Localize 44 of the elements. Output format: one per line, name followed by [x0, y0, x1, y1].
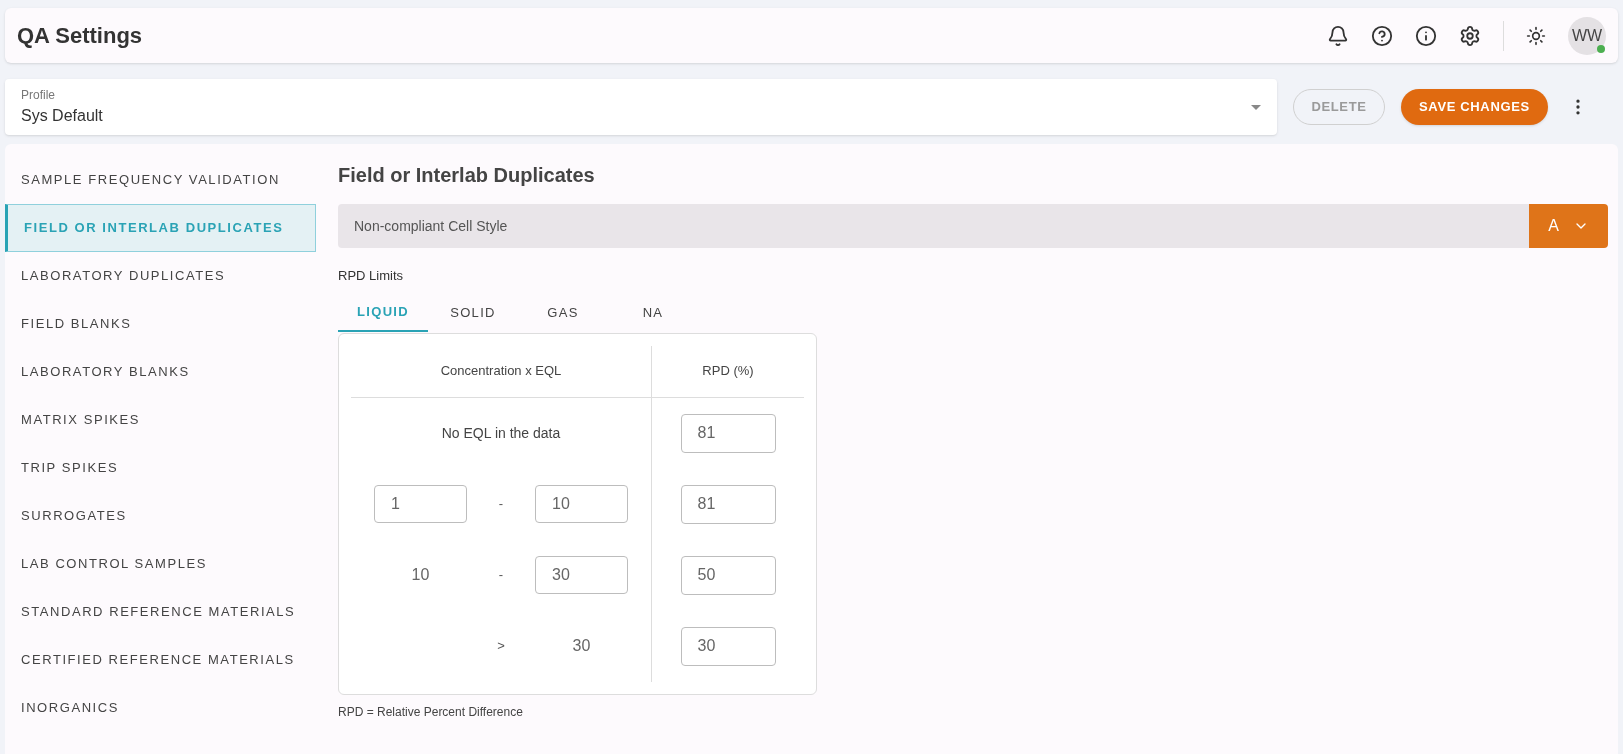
field-label: Profile	[21, 87, 56, 104]
note-text: No EQL in the data	[441, 423, 561, 443]
rpd-input[interactable]: 30	[680, 626, 776, 666]
range-input[interactable]: 10	[535, 485, 628, 523]
sun-icon[interactable]	[1526, 25, 1546, 46]
help-icon[interactable]	[1371, 24, 1393, 47]
info-icon[interactable]	[1415, 24, 1437, 47]
material-tab[interactable]: GAS	[518, 293, 608, 332]
range-input[interactable]: 1	[374, 485, 467, 523]
sidebar-item[interactable]: CERTIFIED REFERENCE MATERIALS	[5, 636, 316, 684]
rpd-input[interactable]: 81	[680, 484, 776, 524]
sidebar-item[interactable]: SAMPLE FREQUENCY VALIDATION	[5, 156, 316, 204]
range-separator: >	[496, 637, 506, 656]
dropdown-icon	[1251, 104, 1261, 110]
sidebar-item[interactable]: STANDARD REFERENCE MATERIALS	[5, 588, 316, 636]
profile-select[interactable]: Profile Sys Default	[5, 79, 1277, 135]
bell-icon[interactable]	[1327, 24, 1349, 47]
sidebar-item[interactable]: MATRIX SPIKES	[5, 396, 316, 444]
sidebar-item[interactable]: FIELD BLANKS	[5, 300, 316, 348]
section-title: Field or Interlab Duplicates	[338, 163, 596, 188]
sidebar-item[interactable]: LABORATORY BLANKS	[5, 348, 316, 396]
rpd-input[interactable]: 81	[680, 413, 776, 453]
footnote: RPD = Relative Percent Difference	[338, 703, 524, 721]
range-separator: -	[497, 495, 505, 514]
settings-icon[interactable]	[1459, 24, 1481, 47]
cell-style-label: Non-compliant Cell Style	[354, 216, 508, 236]
column-header: RPD (%)	[702, 362, 754, 381]
range-input[interactable]: 30	[535, 556, 628, 594]
rpd-limits-label: RPD Limits	[338, 267, 404, 285]
sidebar-item[interactable]: INORGANICS	[5, 684, 316, 732]
sidebar-item[interactable]: SURROGATES	[5, 492, 316, 540]
field-value: Sys Default	[21, 106, 103, 126]
range-value: 10	[411, 565, 430, 585]
sidebar-item[interactable]: TRIP SPIKES	[5, 444, 316, 492]
material-tab[interactable]: NA	[608, 293, 698, 332]
range-value: 30	[572, 636, 591, 656]
material-tab[interactable]: SOLID	[428, 293, 518, 332]
user-avatar[interactable]: WW	[1568, 16, 1606, 55]
sidebar-item[interactable]: LAB CONTROL SAMPLES	[5, 540, 316, 588]
page-title: QA Settings	[17, 22, 143, 50]
sidebar-item[interactable]: LABORATORY DUPLICATES	[5, 252, 316, 300]
column-header: Concentration x EQL	[440, 362, 562, 381]
range-separator: -	[497, 566, 505, 585]
rpd-input[interactable]: 50	[680, 555, 776, 595]
